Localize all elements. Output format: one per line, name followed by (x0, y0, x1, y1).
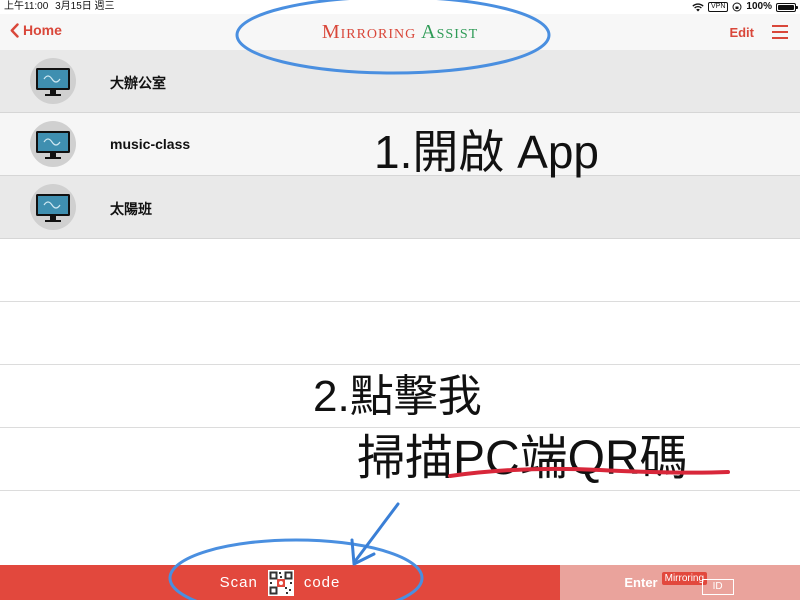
code-label: code (303, 574, 341, 591)
id-label: ID (701, 578, 734, 595)
device-name: music-class (110, 136, 191, 152)
mirroring-id-badge: Mirroring ID (661, 571, 736, 595)
edit-button[interactable]: Edit (729, 25, 754, 40)
scan-label: Scan (219, 574, 258, 591)
empty-row (0, 239, 800, 302)
status-bar: 上午11:00 3月15日 週三 VPN 100% (0, 0, 800, 14)
battery-icon (776, 2, 798, 12)
lock-rotation-icon (732, 2, 742, 12)
wifi-icon (692, 2, 704, 11)
pointer-arrow-head (350, 538, 376, 566)
pointer-arrow (354, 502, 400, 562)
status-date: 3月15日 週三 (55, 1, 115, 12)
annotation-step1: 1.開啟 App (374, 126, 599, 178)
device-name: 太陽班 (110, 201, 152, 217)
enter-mirroring-id-button[interactable]: Enter Mirroring ID (560, 565, 800, 600)
navigation-bar: Home Mirroring Assist Edit (0, 14, 800, 50)
app-title: Mirroring Assist (0, 21, 800, 44)
mirroring-badge-label: Mirroring (661, 571, 708, 585)
monitor-icon (30, 58, 76, 104)
annotation-step2-line1: 2.點擊我 (313, 372, 482, 421)
menu-icon[interactable] (772, 25, 788, 39)
device-row[interactable]: 太陽班 (0, 176, 800, 239)
device-row[interactable]: 大辦公室 (0, 50, 800, 113)
app-title-part2: Assist (421, 21, 479, 43)
scan-code-button[interactable]: Scan code (0, 565, 560, 600)
device-name: 大辦公室 (110, 75, 166, 91)
app-title-part1: Mirroring (321, 21, 417, 43)
monitor-icon (30, 184, 76, 230)
monitor-icon (30, 121, 76, 167)
status-time: 上午11:00 (4, 1, 49, 12)
bottom-bar: Scan code Enter Mirroring ID (0, 565, 800, 600)
enter-label: Enter (624, 575, 658, 590)
vpn-badge: VPN (708, 2, 729, 12)
qr-code-icon (267, 569, 294, 596)
annotation-step2-line2: 掃描PC端QR碼 (357, 432, 688, 485)
battery-percent: 100% (746, 1, 772, 12)
empty-row (0, 302, 800, 365)
